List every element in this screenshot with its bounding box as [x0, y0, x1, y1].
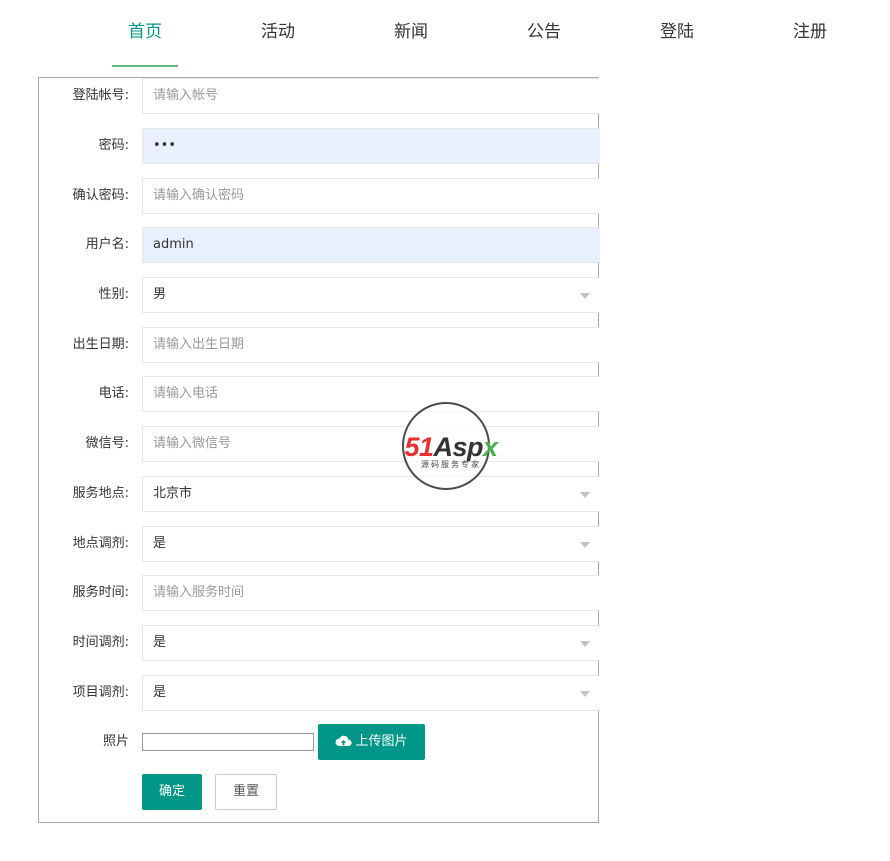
username-label: 用户名: [85, 237, 129, 252]
submit-button[interactable]: 确定 [142, 774, 202, 810]
project-adjust-select[interactable]: 是 [142, 675, 600, 711]
row-username: 用户名: admin [39, 227, 600, 263]
row-wechat: 微信号: [39, 426, 600, 462]
photo-path-input[interactable] [142, 733, 314, 751]
phone-input[interactable] [153, 377, 583, 410]
row-time-adjust: 时间调剂: 是 [39, 625, 600, 661]
confirm-password-label: 确认密码: [72, 188, 129, 203]
birthdate-field-box [142, 327, 600, 363]
row-service-location: 服务地点: 北京市 [39, 476, 600, 512]
row-gender: 性别: 男 [39, 277, 600, 313]
service-location-value: 北京市 [153, 486, 193, 501]
service-time-field-box [142, 575, 600, 611]
gender-value: 男 [153, 287, 167, 302]
username-value: admin [153, 237, 194, 252]
project-adjust-value: 是 [153, 685, 167, 700]
row-birthdate: 出生日期: [39, 327, 600, 363]
row-photo: 照片 上传图片 [39, 724, 600, 760]
time-adjust-label: 时间调剂: [72, 635, 129, 650]
upload-image-button[interactable]: 上传图片 [318, 724, 425, 760]
username-input[interactable]: admin [142, 227, 600, 263]
password-value: ••• [153, 138, 177, 153]
wechat-field-box [142, 426, 600, 462]
top-nav: 首页 活动 新闻 公告 登陆 注册 [0, 0, 890, 70]
time-adjust-select[interactable]: 是 [142, 625, 600, 661]
nav-item-register[interactable]: 注册 [760, 17, 860, 67]
nav-item-login[interactable]: 登陆 [627, 17, 727, 67]
chevron-down-icon [580, 542, 590, 548]
service-location-select[interactable]: 北京市 [142, 476, 600, 512]
confirm-password-input[interactable] [153, 179, 583, 212]
password-label: 密码: [98, 138, 129, 153]
row-location-adjust: 地点调剂: 是 [39, 526, 600, 562]
birthdate-input[interactable] [153, 328, 583, 361]
service-time-label: 服务时间: [72, 585, 129, 600]
row-service-time: 服务时间: [39, 575, 600, 611]
account-label: 登陆帐号: [72, 88, 129, 103]
nav-item-activities[interactable]: 活动 [228, 17, 328, 67]
gender-select[interactable]: 男 [142, 277, 600, 313]
row-actions: 确定 重置 [39, 774, 600, 810]
row-confirm-password: 确认密码: [39, 178, 600, 214]
reset-button[interactable]: 重置 [215, 774, 277, 810]
service-location-label: 服务地点: [72, 486, 129, 501]
row-password: 密码: ••• [39, 128, 600, 164]
row-phone: 电话: [39, 376, 600, 412]
chevron-down-icon [580, 691, 590, 697]
account-input[interactable] [153, 79, 583, 112]
gender-label: 性别: [98, 287, 129, 302]
birthdate-label: 出生日期: [72, 337, 129, 352]
photo-label: 照片 [102, 734, 129, 749]
phone-field-box [142, 376, 600, 412]
chevron-down-icon [580, 492, 590, 498]
wechat-label: 微信号: [85, 436, 129, 451]
service-time-input[interactable] [153, 576, 583, 609]
cloud-upload-icon [336, 735, 353, 746]
row-project-adjust: 项目调剂: 是 [39, 675, 600, 711]
location-adjust-select[interactable]: 是 [142, 526, 600, 562]
chevron-down-icon [580, 641, 590, 647]
confirm-password-field-box [142, 178, 600, 214]
location-adjust-value: 是 [153, 536, 167, 551]
row-account: 登陆帐号: [39, 78, 600, 114]
location-adjust-label: 地点调剂: [72, 536, 129, 551]
wechat-input[interactable] [153, 427, 583, 460]
chevron-down-icon [580, 293, 590, 299]
upload-image-label: 上传图片 [355, 734, 408, 749]
project-adjust-label: 项目调剂: [72, 685, 129, 700]
phone-label: 电话: [98, 386, 129, 401]
time-adjust-value: 是 [153, 635, 167, 650]
nav-item-news[interactable]: 新闻 [361, 17, 461, 67]
account-field-box [142, 78, 600, 114]
password-input[interactable]: ••• [142, 128, 600, 164]
register-form: 登陆帐号: 密码: ••• 确认密码: 用户名: admin 性别: 男 出生日… [38, 77, 600, 823]
nav-item-notices[interactable]: 公告 [494, 17, 594, 67]
nav-item-home[interactable]: 首页 [95, 17, 195, 67]
